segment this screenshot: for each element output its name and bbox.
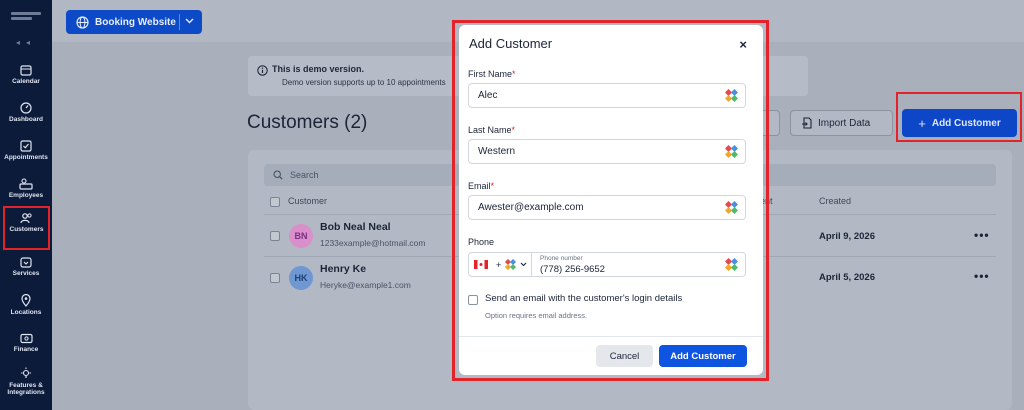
collapse-sidebar-icon[interactable]: ◂◂ bbox=[0, 38, 52, 47]
sidebar-item-services[interactable]: Services bbox=[0, 256, 52, 294]
chevron-down-icon[interactable] bbox=[185, 18, 194, 24]
sidebar-item-label: Calendar bbox=[12, 78, 40, 85]
row-checkbox[interactable] bbox=[270, 273, 280, 283]
last-name-field[interactable]: Western bbox=[468, 139, 746, 164]
dashboard-icon bbox=[20, 102, 32, 114]
add-customer-highlight: + Add Customer bbox=[896, 92, 1022, 142]
import-data-button[interactable]: Import Data bbox=[790, 110, 893, 136]
search-icon bbox=[273, 170, 283, 180]
customer-name[interactable]: Bob Neal Neal bbox=[320, 221, 391, 233]
appointments-icon bbox=[20, 140, 32, 152]
phone-label: Phone bbox=[468, 237, 495, 247]
sidebar-item-label: Features & bbox=[9, 382, 43, 389]
sidebar-item-locations[interactable]: Locations bbox=[0, 294, 52, 332]
avatar: HK bbox=[289, 266, 313, 290]
row-checkbox[interactable] bbox=[270, 231, 280, 241]
globe-icon bbox=[76, 15, 89, 29]
row-menu-icon[interactable]: ••• bbox=[974, 228, 990, 242]
email-field[interactable]: Awester@example.com bbox=[468, 195, 746, 220]
info-icon bbox=[257, 65, 268, 76]
row-menu-icon[interactable]: ••• bbox=[974, 269, 990, 283]
sidebar-item-label: Appointments bbox=[4, 154, 48, 161]
last-name-value: Western bbox=[478, 146, 516, 157]
sidebar-item-calendar[interactable]: Calendar bbox=[0, 64, 52, 102]
email-value: Awester@example.com bbox=[478, 202, 584, 213]
customer-name[interactable]: Henry Ke bbox=[320, 263, 366, 275]
country-dial-code: + bbox=[496, 259, 502, 270]
last-name-label: Last Name* bbox=[468, 125, 516, 135]
first-name-field[interactable]: Alec bbox=[468, 83, 746, 108]
finance-icon bbox=[19, 333, 33, 344]
modal-title: Add Customer bbox=[469, 36, 553, 51]
sidebar-item-finance[interactable]: Finance bbox=[0, 333, 52, 371]
sidebar-item-features-integrations[interactable]: Features & Integrations bbox=[0, 367, 52, 410]
phone-value: (778) 256-9652 bbox=[540, 264, 605, 275]
calendar-icon bbox=[20, 65, 32, 76]
sidebar-item-label: Dashboard bbox=[9, 116, 43, 123]
send-email-hint: Option requires email address. bbox=[485, 311, 588, 320]
add-customer-label: Add Customer bbox=[931, 117, 1001, 129]
location-pin-icon bbox=[21, 294, 31, 307]
avatar: BN bbox=[289, 224, 313, 248]
import-data-label: Import Data bbox=[818, 117, 871, 129]
sidebar-item-label: Customers bbox=[9, 226, 44, 233]
email-label: Email* bbox=[468, 181, 495, 191]
phone-placeholder: Phone number bbox=[540, 255, 583, 262]
sidebar-item-label: Services bbox=[12, 270, 40, 277]
password-manager-icon[interactable] bbox=[725, 258, 738, 271]
first-name-label: First Name* bbox=[468, 69, 516, 79]
add-customer-button[interactable]: + Add Customer bbox=[902, 109, 1017, 137]
sidebar: ◂◂ Calendar Dashboard Appointments Emplo… bbox=[0, 0, 52, 410]
canada-flag-icon bbox=[474, 260, 488, 269]
password-manager-icon bbox=[505, 259, 517, 270]
send-email-label[interactable]: Send an email with the customer's login … bbox=[485, 293, 682, 304]
booking-website-button[interactable]: Booking Website bbox=[66, 10, 202, 34]
created-date: April 5, 2026 bbox=[819, 272, 875, 283]
country-code-select[interactable]: + bbox=[469, 253, 532, 276]
column-header-created[interactable]: Created bbox=[819, 196, 851, 206]
add-customer-modal: Add Customer × First Name* Alec Last Nam… bbox=[459, 25, 763, 375]
sidebar-item-label: Locations bbox=[10, 309, 42, 316]
send-email-checkbox[interactable] bbox=[468, 295, 478, 305]
select-all-checkbox[interactable] bbox=[270, 197, 280, 207]
password-manager-icon[interactable] bbox=[725, 89, 738, 102]
search-placeholder: Search bbox=[290, 170, 319, 180]
app-logo bbox=[11, 12, 41, 24]
employees-icon bbox=[19, 178, 33, 190]
column-header-customer[interactable]: Customer bbox=[288, 196, 327, 206]
sidebar-item-customers[interactable]: Customers bbox=[3, 206, 50, 250]
modal-footer-divider bbox=[459, 336, 763, 337]
password-manager-icon[interactable] bbox=[725, 201, 738, 214]
created-date: April 9, 2026 bbox=[819, 231, 875, 242]
customer-email: 1233example@hotmail.com bbox=[320, 238, 426, 248]
sidebar-item-label: Finance bbox=[13, 346, 39, 353]
plus-icon: + bbox=[918, 115, 926, 131]
chevron-down-icon bbox=[520, 262, 527, 267]
add-customer-submit-button[interactable]: Add Customer bbox=[659, 345, 747, 367]
customer-email: Heryke@example1.com bbox=[320, 280, 411, 290]
sidebar-item-dashboard[interactable]: Dashboard bbox=[0, 102, 52, 140]
password-manager-icon[interactable] bbox=[725, 145, 738, 158]
sidebar-item-label: Integrations bbox=[7, 389, 45, 396]
booking-website-label: Booking Website bbox=[95, 16, 176, 28]
sidebar-item-label: Employees bbox=[8, 192, 44, 199]
cancel-button[interactable]: Cancel bbox=[596, 345, 653, 367]
first-name-value: Alec bbox=[478, 90, 498, 101]
customers-icon bbox=[20, 213, 32, 224]
features-icon bbox=[21, 367, 31, 378]
page-title: Customers (2) bbox=[247, 112, 368, 133]
sidebar-item-appointments[interactable]: Appointments bbox=[0, 140, 52, 178]
phone-field[interactable]: + Phone number (778) 256-9652 bbox=[468, 252, 746, 277]
close-icon[interactable]: × bbox=[739, 37, 747, 52]
services-icon bbox=[20, 257, 32, 268]
import-icon bbox=[802, 117, 812, 129]
